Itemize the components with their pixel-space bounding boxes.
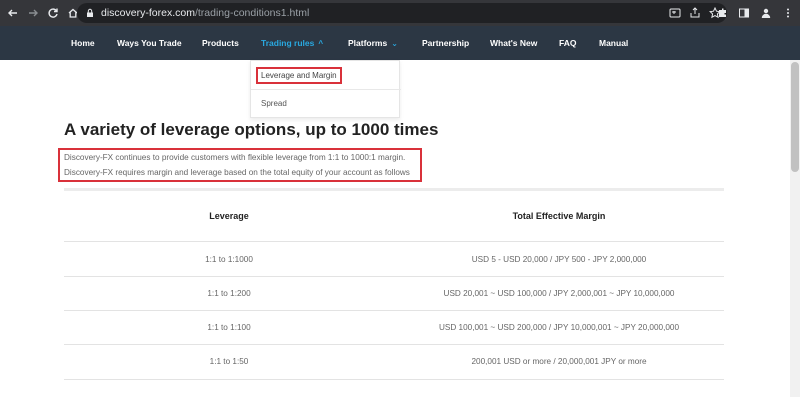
site-navbar: Home Ways You Trade Products Trading rul… — [0, 26, 800, 60]
nav-item-platforms[interactable]: Platforms ⌄ — [348, 26, 398, 60]
table-divider — [64, 276, 724, 277]
table-cell-margin: USD 100,001 ~ USD 200,000 / JPY 10,000,0… — [438, 323, 680, 332]
table-cell-leverage: 1:1 to 1:100 — [207, 323, 251, 332]
nav-item-label: Trading rules — [261, 38, 315, 48]
description-line-2: Discovery-FX requires margin and leverag… — [64, 168, 410, 177]
nav-item-trading-rules[interactable]: Trading rules ^ — [261, 26, 323, 60]
table-divider — [64, 344, 724, 345]
table-cell-leverage: 1:1 to 1:50 — [209, 357, 249, 366]
nav-item-manual[interactable]: Manual — [599, 26, 628, 60]
share-icon[interactable] — [689, 6, 701, 18]
address-bar[interactable]: discovery-forex.com/trading-conditions1.… — [77, 3, 727, 23]
nav-item-label: Platforms — [348, 38, 388, 48]
lock-icon — [87, 8, 93, 17]
table-cell-leverage: 1:1 to 1:1000 — [205, 255, 253, 264]
nav-item-ways-you-trade[interactable]: Ways You Trade — [117, 26, 182, 60]
url-domain: discovery-forex.com — [101, 7, 195, 19]
nav-item-partnership[interactable]: Partnership — [422, 26, 469, 60]
dropdown-item-label: Spread — [261, 99, 287, 108]
nav-item-products[interactable]: Products — [202, 26, 239, 60]
back-button[interactable] — [4, 4, 22, 22]
nav-item-whats-new[interactable]: What's New — [490, 26, 537, 60]
highlighted-menu-label: Leverage and Margin — [256, 67, 342, 84]
nav-item-faq[interactable]: FAQ — [559, 26, 576, 60]
chevron-up-icon: ^ — [318, 39, 324, 48]
dropdown-item-leverage-margin[interactable]: Leverage and Margin — [251, 61, 401, 90]
nav-item-home[interactable]: Home — [71, 26, 95, 60]
arrow-left-icon — [8, 9, 17, 17]
trading-rules-dropdown: Leverage and Margin Spread — [250, 60, 401, 118]
chevron-down-icon: ⌄ — [391, 39, 398, 48]
profile-icon[interactable] — [760, 6, 772, 18]
table-header-leverage: Leverage — [209, 211, 249, 221]
table-cell-margin: USD 20,001 ~ USD 100,000 / JPY 2,000,001… — [443, 289, 675, 298]
reload-icon — [48, 8, 58, 18]
table-divider — [64, 379, 724, 380]
table-divider — [64, 310, 724, 311]
forward-button[interactable] — [24, 4, 42, 22]
table-cell-margin: USD 5 - USD 20,000 / JPY 500 - JPY 2,000… — [471, 255, 647, 264]
translate-icon[interactable] — [669, 6, 681, 18]
browser-toolbar: discovery-forex.com/trading-conditions1.… — [0, 0, 800, 26]
dropdown-item-spread[interactable]: Spread — [251, 90, 401, 118]
extensions-icon[interactable] — [716, 6, 728, 18]
side-panel-icon[interactable] — [738, 6, 750, 18]
more-menu-icon[interactable] — [782, 6, 794, 18]
description-line-1: Discovery-FX continues to provide custom… — [64, 153, 406, 162]
table-top-border — [64, 188, 724, 191]
table-cell-leverage: 1:1 to 1:200 — [207, 289, 251, 298]
page-title: A variety of leverage options, up to 100… — [64, 120, 439, 139]
table-cell-margin: 200,001 USD or more / 20,000,001 JPY or … — [471, 357, 647, 366]
arrow-right-icon — [29, 9, 38, 17]
scrollbar-thumb[interactable] — [791, 62, 799, 172]
reload-button[interactable] — [44, 4, 62, 22]
url-path: /trading-conditions1.html — [194, 7, 310, 19]
table-divider — [64, 241, 724, 242]
table-header-margin: Total Effective Margin — [512, 211, 606, 221]
